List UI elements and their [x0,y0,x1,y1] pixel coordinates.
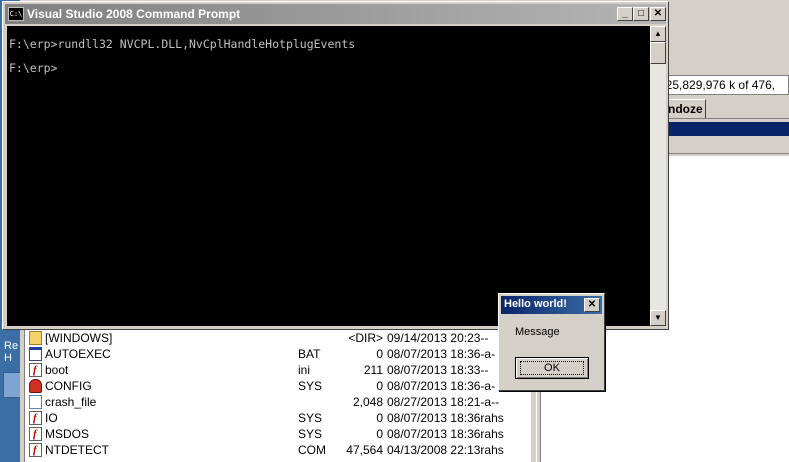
vertical-scrollbar[interactable]: ▲ ▼ [650,26,666,326]
console-line: F:\erp>rundll32 NVCPL.DLL,NvCplHandleHot… [9,37,356,51]
command-prompt-window: C:\ Visual Studio 2008 Command Prompt _ … [2,1,669,330]
minimize-button[interactable]: _ [617,7,633,21]
list-item[interactable]: AUTOEXEC BAT 0 08/07/2013 18:36-a- [25,346,532,362]
column-header [664,138,789,154]
message-text: Message [515,326,560,338]
app-icon [29,347,42,361]
tab-windows[interactable]: ndoze [666,99,706,119]
message-box-title-bar[interactable]: Hello world! ✕ [501,296,602,314]
file-date: 08/07/2013 18:36-a- [387,379,496,393]
window-title: Visual Studio 2008 Command Prompt [27,7,241,21]
console-output[interactable]: F:\erp>rundll32 NVCPL.DLL,NvCplHandleHot… [7,26,650,326]
console-line: F:\erp> [9,61,58,75]
file-name: [WINDOWS] [45,331,113,345]
file-name: CONFIG [45,379,92,393]
file-size: 0 [376,347,383,361]
list-item[interactable]: CONFIG SYS 0 08/07/2013 18:36-a- [25,378,532,394]
list-item[interactable]: crash_file 2,048 08/27/2013 18:21-a-- [25,394,532,410]
selection-bar [664,122,789,136]
desktop-label-line-2: H [4,352,12,364]
close-button[interactable]: ✕ [650,7,666,21]
desktop-label-line-1: Re [4,340,19,352]
scroll-down-icon[interactable]: ▼ [650,310,666,326]
file-ext: COM [298,443,326,457]
list-item[interactable]: IO SYS 0 08/07/2013 18:36rahs [25,410,532,426]
file-ext: SYS [298,379,323,393]
system-file-icon [29,426,42,442]
file-ext: BAT [298,347,321,361]
console-icon[interactable]: C:\ [8,7,24,21]
system-file-icon [29,362,42,378]
file-size: <DIR> [348,331,383,345]
file-size: 47,564 [346,443,383,457]
file-size: 0 [376,379,383,393]
file-size: 2,048 [352,395,383,409]
ok-button-label: OK [544,362,560,374]
file-size: 0 [376,427,383,441]
tab-divider [648,118,789,119]
desktop-icon-label: Re H [4,340,18,364]
scroll-thumb[interactable] [650,42,666,64]
file-date: 08/07/2013 18:33-- [387,363,489,377]
config-icon [29,379,42,393]
file-date: 08/07/2013 18:36rahs [387,427,504,441]
file-ext: SYS [298,411,323,425]
list-item[interactable]: boot ini 211 08/07/2013 18:33-- [25,362,532,378]
file-icon [29,395,42,409]
drive-free-space: 225,829,976 k of 476, [648,75,789,95]
file-date: 08/07/2013 18:36rahs [387,411,504,425]
left-file-list[interactable]: [WINDOWS] <DIR> 09/14/2013 20:23-- AUTOE… [24,330,531,462]
system-file-icon [29,410,42,426]
maximize-button[interactable]: □ [633,7,649,21]
file-name: boot [45,363,69,377]
message-box: Hello world! ✕ Message OK [498,293,605,391]
list-item[interactable]: [WINDOWS] <DIR> 09/14/2013 20:23-- [25,330,532,346]
message-box-close-button[interactable]: ✕ [584,298,600,312]
file-name: crash_file [45,395,97,409]
file-date: 04/13/2008 22:13rahs [387,443,504,457]
list-item[interactable]: NTDETECT COM 47,564 04/13/2008 22:13rahs [25,442,532,458]
file-date: 08/27/2013 18:21-a-- [387,395,500,409]
file-name: IO [45,411,58,425]
file-date: 08/07/2013 18:36-a- [387,347,496,361]
file-name: MSDOS [45,427,90,441]
title-bar[interactable]: C:\ Visual Studio 2008 Command Prompt _ … [5,4,666,24]
message-box-title: Hello world! [504,298,567,310]
file-name: AUTOEXEC [45,347,111,361]
list-item[interactable]: MSDOS SYS 0 08/07/2013 18:36rahs [25,426,532,442]
scroll-up-icon[interactable]: ▲ [650,26,666,42]
ok-button[interactable]: OK [515,357,589,379]
file-size: 211 [363,363,383,377]
system-file-icon [29,442,42,458]
file-size: 0 [376,411,383,425]
folder-icon [29,331,42,345]
file-ext: ini [298,363,311,377]
file-ext: SYS [298,427,323,441]
file-date: 09/14/2013 20:23-- [387,331,489,345]
file-name: NTDETECT [45,443,109,457]
